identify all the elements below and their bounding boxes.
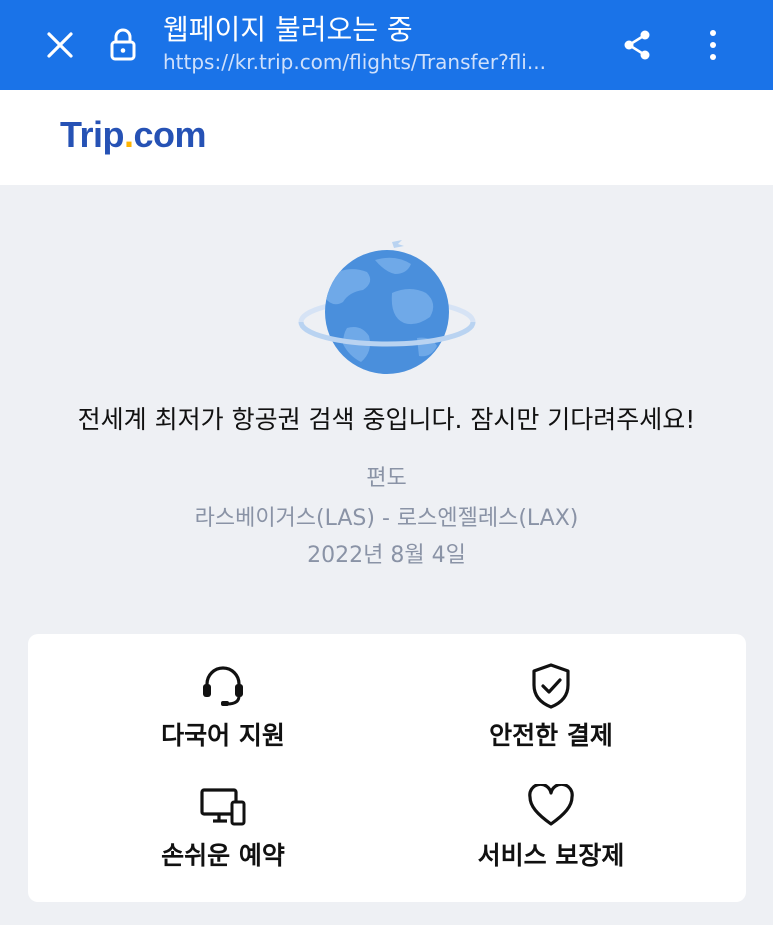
- devices-icon: [200, 788, 246, 826]
- close-button[interactable]: [37, 22, 83, 68]
- shield-check-icon: [532, 663, 570, 709]
- more-vertical-icon: [710, 30, 716, 60]
- page-title: 웹페이지 불러오는 중: [163, 13, 413, 46]
- headset-icon: [203, 666, 243, 706]
- trip-com-logo[interactable]: Trip.com: [60, 114, 207, 156]
- feature-multilingual-support: 다국어 지원: [73, 662, 373, 754]
- share-icon: [624, 30, 650, 60]
- travel-date-label: 2022년 8월 4일: [307, 543, 466, 568]
- feature-label: 서비스 보장제: [477, 841, 625, 870]
- route-label: 라스베이거스(LAS) - 로스엔젤레스(LAX): [194, 506, 579, 531]
- share-button[interactable]: [614, 22, 660, 68]
- feature-label: 안전한 결제: [489, 721, 613, 750]
- feature-label: 다국어 지원: [161, 721, 285, 750]
- site-security-button[interactable]: [100, 22, 146, 68]
- more-options-button[interactable]: [690, 22, 736, 68]
- features-card: 다국어 지원 안전한 결제 손쉬운 예약 서비스 보장제: [28, 634, 746, 902]
- feature-secure-payment: 안전한 결제: [401, 662, 701, 754]
- browser-toolbar: 웹페이지 불러오는 중 https://kr.trip.com/flights/…: [0, 0, 773, 90]
- feature-service-guarantee: 서비스 보장제: [401, 782, 701, 874]
- loading-message: 전세계 최저가 항공권 검색 중입니다. 잠시만 기다려주세요!: [77, 405, 696, 434]
- logo-dot: .: [124, 114, 134, 155]
- trip-type-label: 편도: [366, 466, 407, 491]
- page-title-block: 웹페이지 불러오는 중 https://kr.trip.com/flights/…: [163, 12, 603, 76]
- logo-text-main: Trip: [60, 114, 125, 155]
- feature-label: 손쉬운 예약: [161, 841, 285, 870]
- heart-icon: [528, 784, 574, 826]
- logo-text-suffix: com: [133, 114, 207, 155]
- lock-icon: [110, 28, 136, 61]
- site-header: Trip.com: [0, 90, 773, 185]
- close-icon: [47, 32, 73, 58]
- feature-easy-booking: 손쉬운 예약: [73, 782, 373, 874]
- globe-loading-icon: [298, 240, 476, 374]
- page-url[interactable]: https://kr.trip.com/flights/Transfer?fli…: [163, 48, 593, 76]
